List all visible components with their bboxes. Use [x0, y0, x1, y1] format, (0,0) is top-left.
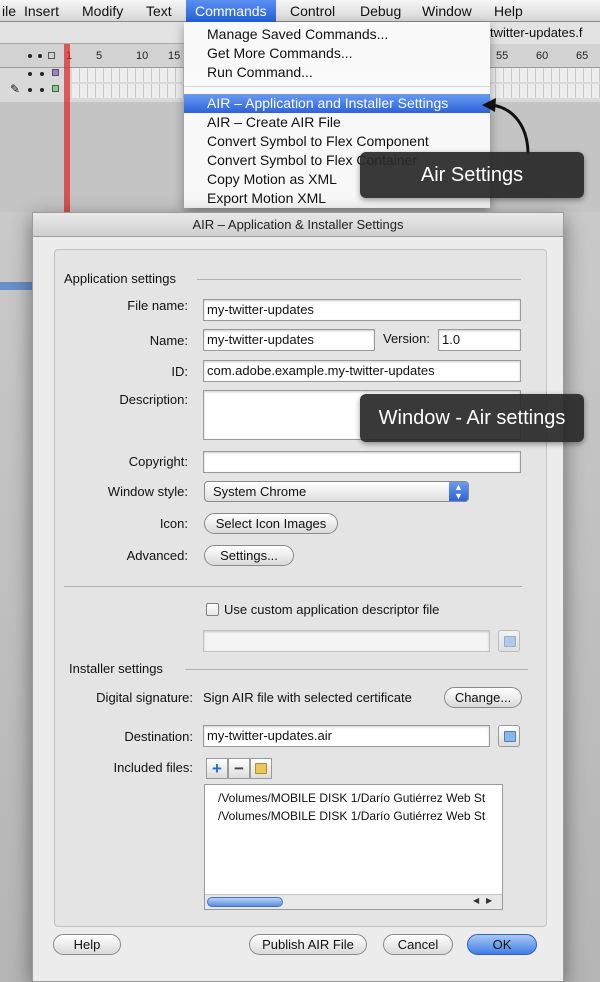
add-folder-button[interactable]	[250, 758, 272, 779]
window-style-label: Window style:	[107, 484, 188, 499]
list-item[interactable]: /Volumes/MOBILE DISK 1/Darío Gutiérrez W…	[218, 809, 501, 823]
scrollbar-thumb[interactable]	[207, 897, 283, 907]
updown-arrows-icon: ▲ ▼	[449, 482, 468, 501]
browse-destination-button[interactable]	[498, 725, 520, 747]
timeline-tick: 65	[576, 50, 589, 62]
file-name-field[interactable]: my-twitter-updates	[203, 299, 521, 321]
eye-dot-icon[interactable]	[28, 72, 32, 76]
digital-signature-label: Digital signature:	[96, 690, 193, 705]
minus-icon: −	[234, 759, 244, 778]
version-label: Version:	[383, 331, 430, 346]
name-field[interactable]: my-twitter-updates	[203, 329, 375, 351]
menu-text[interactable]: Text	[140, 0, 178, 22]
section-divider	[64, 586, 522, 587]
timeline-tick: 10	[136, 50, 149, 62]
copyright-field[interactable]	[203, 451, 521, 473]
menu-item-air-app-installer-settings[interactable]: AIR – Application and Installer Settings	[184, 94, 490, 113]
menu-commands[interactable]: Commands	[186, 0, 276, 22]
id-field[interactable]: com.adobe.example.my-twitter-updates	[203, 360, 521, 382]
section-divider	[185, 669, 528, 670]
timeline-tick: 15	[168, 50, 181, 62]
remove-file-button[interactable]: −	[228, 758, 250, 779]
publish-air-file-button[interactable]: Publish AIR File	[249, 934, 367, 955]
menu-debug[interactable]: Debug	[354, 0, 407, 22]
menu-item-run-command[interactable]: Run Command...	[184, 63, 490, 82]
window-style-select[interactable]: System Chrome ▲ ▼	[204, 481, 469, 502]
horizontal-scrollbar[interactable]: ◀ ▶	[205, 894, 502, 909]
menu-insert[interactable]: Insert	[18, 0, 65, 22]
section-divider	[197, 279, 521, 280]
id-label: ID:	[171, 364, 188, 379]
description-label: Description:	[119, 392, 188, 407]
menu-separator	[184, 86, 490, 87]
custom-descriptor-checkbox[interactable]	[206, 603, 219, 616]
document-tab-title[interactable]: twitter-updates.f	[490, 22, 600, 44]
air-settings-dialog: AIR – Application & Installer Settings A…	[32, 212, 564, 982]
timeline-tick: 55	[496, 50, 509, 62]
custom-descriptor-path-field[interactable]	[203, 630, 490, 652]
callout-window-air-settings-text: Window - Air settings	[378, 406, 566, 429]
settings-button[interactable]: Settings...	[204, 545, 294, 566]
scroll-right-icon[interactable]: ▶	[486, 896, 492, 905]
menu-item-manage-saved-commands[interactable]: Manage Saved Commands...	[184, 25, 490, 44]
menu-help[interactable]: Help	[488, 0, 529, 22]
destination-field[interactable]: my-twitter-updates.air	[203, 725, 490, 747]
included-files-list[interactable]: /Volumes/MOBILE DISK 1/Darío Gutiérrez W…	[204, 784, 503, 910]
custom-descriptor-label: Use custom application descriptor file	[224, 602, 440, 617]
menu-bar: ile Insert Modify Text Commands Control …	[0, 0, 600, 22]
timeline-tick: 60	[536, 50, 549, 62]
menu-window[interactable]: Window	[416, 0, 478, 22]
browse-descriptor-button[interactable]	[498, 630, 520, 652]
digital-signature-value: Sign AIR file with selected certificate	[203, 690, 412, 705]
select-icon-images-button[interactable]: Select Icon Images	[204, 513, 338, 534]
playhead[interactable]	[64, 44, 70, 214]
cancel-button[interactable]: Cancel	[383, 934, 453, 955]
dialog-title: AIR – Application & Installer Settings	[33, 213, 563, 237]
section-title-application: Application settings	[64, 271, 177, 286]
name-label: Name:	[149, 333, 188, 348]
folder-icon	[504, 731, 516, 742]
change-certificate-button[interactable]: Change...	[444, 687, 522, 708]
callout-window-air-settings: Window - Air settings	[360, 394, 584, 442]
menu-item-get-more-commands[interactable]: Get More Commands...	[184, 44, 490, 63]
callout-air-settings: Air Settings	[360, 152, 584, 198]
included-files-label: Included files:	[113, 760, 194, 775]
copyright-label: Copyright:	[128, 454, 188, 469]
ok-button[interactable]: OK	[467, 934, 537, 955]
callout-arrow-icon	[482, 98, 530, 155]
menu-control[interactable]: Control	[284, 0, 341, 22]
lock-dot-icon[interactable]	[40, 88, 44, 92]
folder-add-icon	[255, 763, 267, 774]
advanced-label: Advanced:	[126, 548, 188, 563]
list-item[interactable]: /Volumes/MOBILE DISK 1/Darío Gutiérrez W…	[218, 791, 501, 805]
folder-icon	[504, 636, 516, 647]
file-name-label: File name:	[127, 298, 188, 313]
plus-icon: +	[212, 759, 222, 778]
layer-color-icon[interactable]	[52, 85, 59, 92]
timeline-tick: 5	[96, 50, 103, 62]
version-field[interactable]: 1.0	[438, 329, 521, 351]
menu-modify[interactable]: Modify	[76, 0, 129, 22]
destination-label: Destination:	[124, 729, 193, 744]
pencil-icon: ✎	[10, 82, 21, 96]
section-title-installer: Installer settings	[69, 661, 163, 676]
scroll-left-icon[interactable]: ◀	[473, 896, 479, 905]
layer-toggle-icons[interactable]	[26, 52, 62, 60]
menu-item-air-create-file[interactable]: AIR – Create AIR File	[184, 113, 490, 132]
icon-label: Icon:	[159, 516, 188, 531]
lock-dot-icon[interactable]	[40, 72, 44, 76]
help-button[interactable]: Help	[53, 934, 121, 955]
callout-air-settings-text: Air Settings	[420, 163, 524, 186]
layer-color-icon[interactable]	[52, 69, 59, 76]
add-file-button[interactable]: +	[206, 758, 228, 779]
eye-dot-icon[interactable]	[28, 88, 32, 92]
menu-item-convert-flex-component[interactable]: Convert Symbol to Flex Component	[184, 132, 490, 151]
window-style-value: System Chrome	[213, 484, 307, 499]
